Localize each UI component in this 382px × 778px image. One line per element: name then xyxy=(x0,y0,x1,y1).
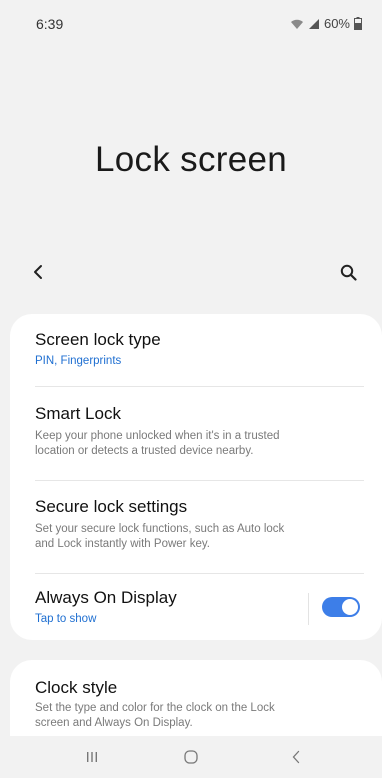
home-button[interactable] xyxy=(171,744,211,770)
secure-lock-description-line2: and Lock instantly with Power key. xyxy=(35,538,210,550)
secure-lock-description-line1: Set your secure lock functions, such as … xyxy=(35,523,285,535)
setting-secure-lock-settings[interactable]: Secure lock settings Set your secure loc… xyxy=(35,497,364,552)
back-arrow-icon xyxy=(34,265,42,279)
clock-style-description-line2: screen and Always On Display. xyxy=(35,717,193,729)
divider xyxy=(35,386,364,387)
search-icon xyxy=(340,264,357,281)
divider xyxy=(35,573,364,574)
battery-icon xyxy=(354,17,362,30)
back-nav-icon xyxy=(292,750,300,764)
screen-lock-type-title: Screen lock type xyxy=(35,330,161,349)
smart-lock-description-line2: location or detects a trusted device nea… xyxy=(35,445,254,457)
wifi-icon xyxy=(290,18,304,30)
setting-clock-style[interactable]: Clock style Set the type and color for t… xyxy=(35,678,364,731)
recent-apps-button[interactable] xyxy=(72,744,112,770)
smart-lock-title: Smart Lock xyxy=(35,404,121,423)
always-on-display-title: Always On Display xyxy=(35,588,177,607)
toggle-knob xyxy=(342,599,358,615)
smart-lock-description-line1: Keep your phone unlocked when it's in a … xyxy=(35,430,280,442)
lock-settings-card: Screen lock type PIN, Fingerprints Smart… xyxy=(10,314,382,640)
secure-lock-settings-title: Secure lock settings xyxy=(35,497,188,516)
always-on-display-toggle[interactable] xyxy=(322,597,360,617)
setting-screen-lock-type[interactable]: Screen lock type PIN, Fingerprints xyxy=(35,330,364,369)
recent-apps-icon xyxy=(87,752,97,762)
signal-icon xyxy=(308,18,320,30)
smart-lock-description: Keep your phone unlocked when it's in a … xyxy=(35,429,364,459)
page-title: Lock screen xyxy=(94,140,287,179)
back-nav-button[interactable] xyxy=(276,744,316,770)
secure-lock-settings-description: Set your secure lock functions, such as … xyxy=(35,522,364,552)
battery-percent: 60% xyxy=(323,16,350,31)
setting-smart-lock[interactable]: Smart Lock Keep your phone unlocked when… xyxy=(35,404,364,459)
back-button[interactable] xyxy=(24,258,52,286)
status-bar: 6:39 60% xyxy=(0,0,382,44)
always-on-display-value: Tap to show xyxy=(35,613,97,625)
home-icon xyxy=(184,750,198,764)
lock-screen-settings: 6:39 60% Lock screen Screen lock type PI… xyxy=(0,0,382,778)
setting-always-on-display[interactable]: Always On Display Tap to show xyxy=(35,588,292,627)
clock-style-title: Clock style xyxy=(35,678,118,697)
divider xyxy=(35,480,364,481)
status-time: 6:39 xyxy=(36,16,64,32)
screen-lock-type-value: PIN, Fingerprints xyxy=(35,355,122,367)
search-button[interactable] xyxy=(334,258,362,286)
navigation-bar xyxy=(0,736,382,778)
status-icons: 60% xyxy=(290,16,362,31)
clock-style-description: Set the type and color for the clock on … xyxy=(35,701,364,731)
clock-style-description-line1: Set the type and color for the clock on … xyxy=(35,702,275,714)
toggle-separator xyxy=(308,593,309,625)
